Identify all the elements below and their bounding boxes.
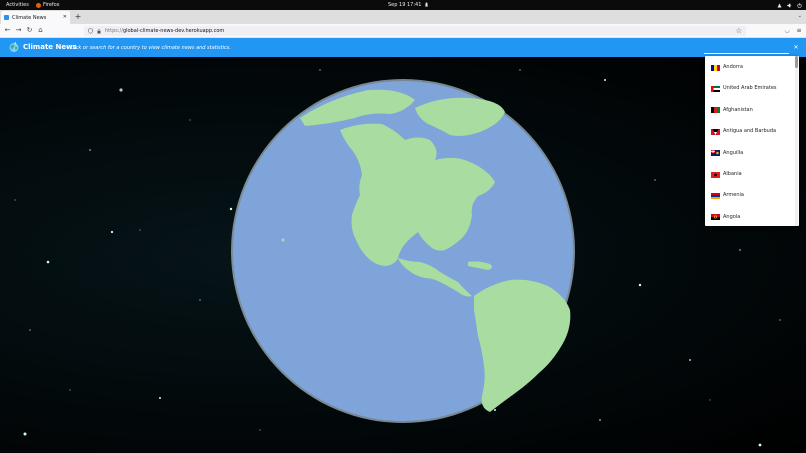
flag-icon — [711, 192, 720, 199]
country-item[interactable]: Angola — [705, 207, 795, 226]
url-scheme: https:// — [105, 28, 123, 34]
menu-hamburger-icon[interactable]: ≡ — [796, 27, 802, 34]
country-name: Antigua and Barbuda — [723, 128, 777, 135]
app-menu[interactable]: Firefox — [36, 1, 60, 9]
flag-icon — [711, 85, 720, 92]
bookmark-star-icon[interactable]: ☆ — [736, 27, 742, 35]
globe[interactable] — [231, 79, 575, 423]
app-header: Climate News - Click or search for a cou… — [0, 38, 806, 57]
dropdown-scrollbar[interactable] — [795, 56, 798, 226]
globe-logo-icon[interactable] — [8, 41, 20, 53]
tab-favicon-icon — [4, 15, 9, 20]
globe-viewport[interactable] — [0, 57, 806, 453]
flag-icon — [711, 128, 720, 135]
country-dropdown[interactable]: Andorra United Arab Emirates Afghanistan An… — [705, 56, 799, 226]
country-name: Albania — [723, 171, 742, 177]
app-menu-label: Firefox — [43, 2, 60, 8]
toolbar-right: ◡ ≡ — [784, 27, 802, 34]
new-tab-button[interactable]: + — [74, 12, 82, 22]
volume-icon — [787, 2, 792, 8]
reload-button[interactable]: ↻ — [25, 26, 34, 35]
country-item[interactable]: Afghanistan — [705, 100, 795, 121]
country-item[interactable]: Anguilla — [705, 143, 795, 164]
activities-button[interactable]: Activities — [6, 1, 29, 9]
country-name: Andorra — [723, 64, 743, 70]
back-button[interactable]: ← — [3, 26, 12, 35]
url-bar[interactable]: https://global-climate-news-dev.herokuap… — [84, 26, 746, 36]
country-name: Armenia — [723, 192, 744, 199]
tab-climate-news[interactable]: Climate News ✕ — [1, 11, 70, 24]
tracking-shield-icon[interactable] — [88, 28, 93, 34]
country-item[interactable]: Andorra — [705, 57, 795, 78]
tab-title: Climate News — [12, 14, 47, 21]
clear-search-icon[interactable]: ✕ — [793, 45, 799, 51]
app-subtitle: - Click or search for a country to view … — [66, 45, 231, 51]
country-item[interactable]: Albania — [705, 164, 795, 185]
country-name: Afghanistan — [723, 106, 753, 113]
land-hawaii[interactable] — [281, 238, 285, 242]
land-south-america[interactable] — [474, 279, 571, 412]
pocket-icon[interactable]: ◡ — [784, 27, 790, 34]
country-item[interactable]: Armenia — [705, 185, 795, 206]
network-icon — [777, 3, 782, 8]
clock[interactable]: Sep 19 17:41 — [388, 1, 421, 9]
lock-icon[interactable] — [97, 28, 101, 34]
country-item[interactable]: Antigua and Barbuda — [705, 121, 795, 142]
country-name: United Arab Emirates — [723, 85, 777, 92]
system-tray[interactable] — [777, 1, 802, 9]
tab-close-icon[interactable]: ✕ — [63, 14, 67, 20]
firefox-icon — [36, 2, 41, 8]
notification-icon — [425, 2, 428, 7]
dropdown-scroll-thumb[interactable] — [795, 56, 798, 68]
flag-icon — [711, 214, 720, 221]
globe-canvas[interactable] — [0, 57, 806, 453]
country-name: Angola — [723, 213, 741, 220]
flag-icon — [711, 64, 720, 71]
forward-button[interactable]: → — [14, 26, 23, 35]
flag-icon — [711, 150, 720, 157]
list-all-tabs-icon[interactable]: ⌄ — [798, 13, 802, 19]
power-icon — [797, 2, 802, 8]
flag-icon — [711, 107, 720, 114]
country-search-input[interactable] — [704, 43, 789, 54]
home-button[interactable]: ⌂ — [36, 26, 45, 35]
country-item[interactable]: United Arab Emirates — [705, 78, 795, 99]
flag-icon — [711, 171, 720, 178]
system-top-bar: Activities Firefox Sep 19 17:41 — [0, 0, 806, 10]
navigation-bar: ← → ↻ ⌂ https://global-climate-news-dev.… — [0, 24, 806, 38]
tab-strip: Climate News ✕ + ⌄ — [0, 10, 806, 24]
country-name: Anguilla — [723, 149, 744, 156]
country-search: ✕ — [704, 43, 799, 54]
url-host: global-climate-news-dev.herokuapp.com — [122, 28, 225, 34]
